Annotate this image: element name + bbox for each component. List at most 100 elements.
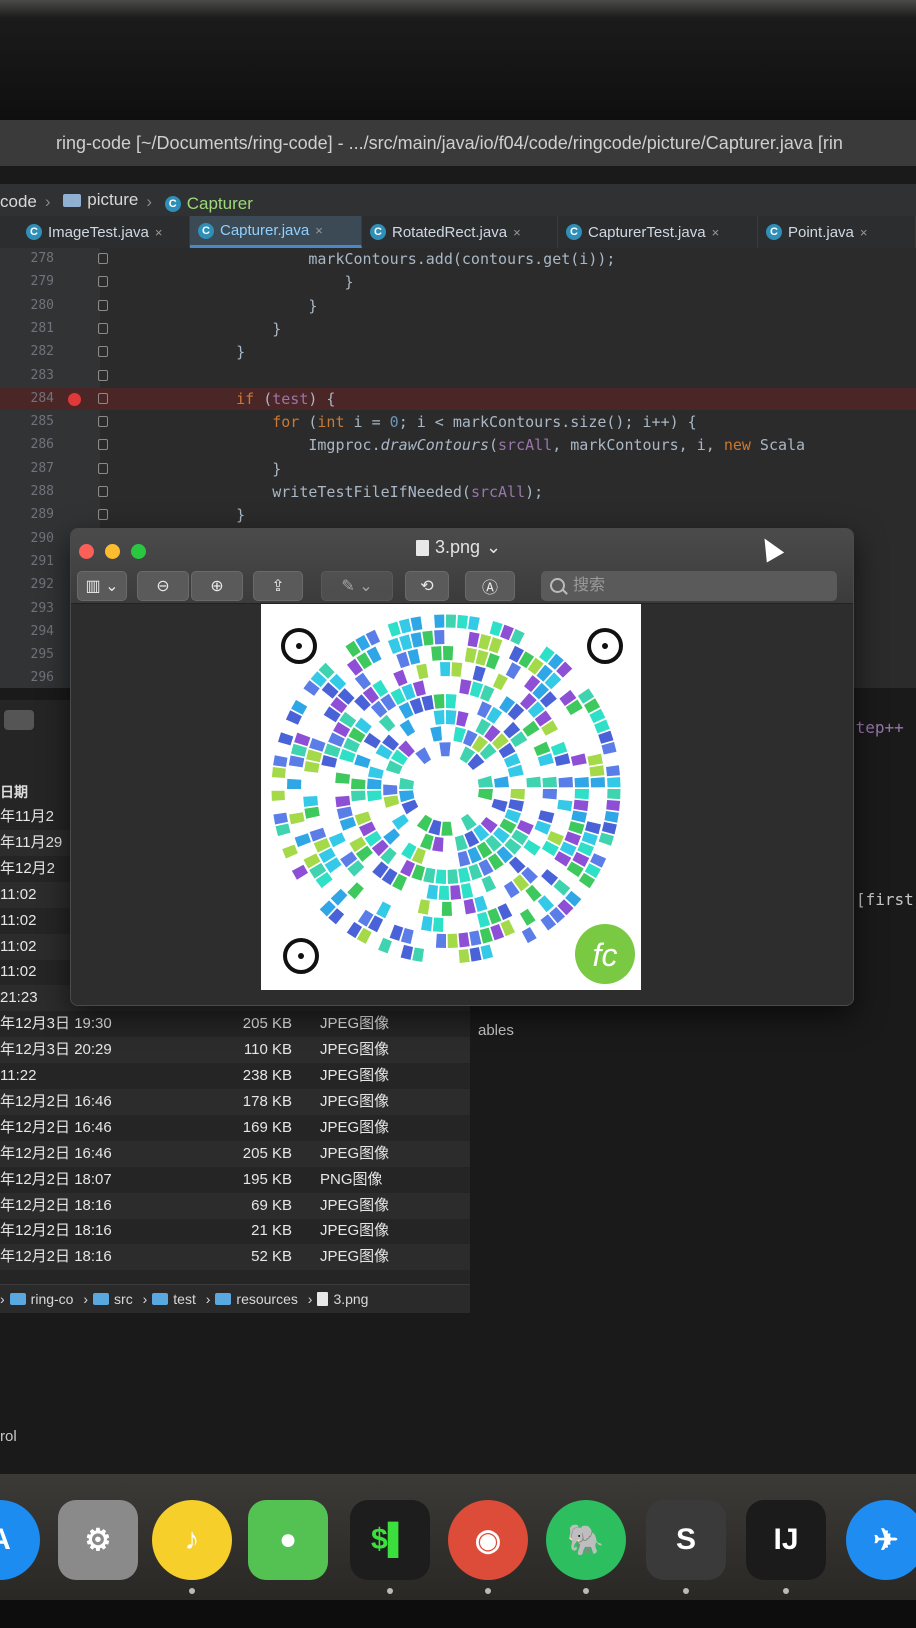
zoom-button[interactable] xyxy=(131,544,146,559)
close-button[interactable] xyxy=(79,544,94,559)
file-kind: JPEG图像 xyxy=(320,1092,390,1110)
code-line[interactable]: 287 } xyxy=(0,458,916,480)
qq-music-icon[interactable]: ♪ xyxy=(152,1500,232,1580)
sidebar-toggle-button[interactable]: ▥ ⌄ xyxy=(77,571,127,601)
path-item[interactable]: › test xyxy=(143,1285,196,1313)
breadcrumb-package[interactable]: picture xyxy=(63,184,138,216)
terminal-icon[interactable]: $▌ xyxy=(350,1500,430,1580)
code-line[interactable]: 281 } xyxy=(0,318,916,340)
fold-icon[interactable] xyxy=(98,509,108,521)
ring-segment xyxy=(271,767,286,778)
ring-segment xyxy=(479,927,493,944)
sublime-text-icon[interactable]: S xyxy=(646,1500,726,1580)
markup-toolbar-button[interactable]: Ⓐ xyxy=(465,571,515,601)
preview-window[interactable]: 3.png ⌄ ▥ ⌄ ⊖ ⊕ ⇪ ✎ ⌄ ⟲ Ⓐ 搜索 fc xyxy=(70,528,854,1006)
code-line[interactable]: 286 Imgproc.drawContours(srcAll, markCon… xyxy=(0,434,916,456)
fold-icon[interactable] xyxy=(98,322,108,334)
fold-icon[interactable] xyxy=(98,486,108,497)
line-number: 284 xyxy=(30,390,54,406)
line-number: 280 xyxy=(30,297,54,313)
close-icon[interactable]: × xyxy=(315,223,323,238)
search-placeholder: 搜索 xyxy=(573,577,606,594)
ring-segment xyxy=(376,901,392,919)
fold-icon[interactable] xyxy=(98,253,108,264)
code-line[interactable]: 288 writeTestFileIfNeeded(srcAll); xyxy=(0,481,916,503)
close-icon[interactable]: × xyxy=(860,225,868,240)
close-icon[interactable]: × xyxy=(155,225,163,240)
folder-icon xyxy=(215,1293,232,1305)
ring-segment xyxy=(469,947,482,962)
rotate-button[interactable]: ⟲ xyxy=(405,571,449,601)
close-icon[interactable]: × xyxy=(513,225,521,240)
tab-point[interactable]: C Point.java × xyxy=(758,216,916,248)
code-line[interactable]: 283 xyxy=(0,365,916,387)
fold-icon[interactable] xyxy=(98,439,108,451)
file-row[interactable]: 年12月2日 16:46 169 KB JPEG图像 xyxy=(0,1115,470,1141)
zoom-out-button[interactable]: ⊖ xyxy=(137,571,189,601)
date-column-header[interactable]: 日期 xyxy=(0,782,28,802)
ring-segment xyxy=(407,648,421,665)
file-row[interactable]: 年12月2日 16:46 205 KB JPEG图像 xyxy=(0,1140,470,1167)
markup-pen-button[interactable]: ✎ ⌄ xyxy=(321,571,393,601)
fold-icon[interactable] xyxy=(98,276,108,288)
tab-capturer[interactable]: C Capturer.java × xyxy=(190,216,362,248)
code-line[interactable]: 284 if (test) { xyxy=(0,387,916,410)
file-row[interactable]: 年12月2日 18:16 52 KB JPEG图像 xyxy=(0,1244,470,1271)
preview-title[interactable]: 3.png ⌄ xyxy=(416,537,501,558)
code-line[interactable]: 285 for (int i = 0; i < markContours.siz… xyxy=(0,411,916,433)
ring-segment xyxy=(430,726,442,742)
fold-icon[interactable] xyxy=(98,416,108,428)
fold-icon[interactable] xyxy=(98,369,108,381)
system-preferences-icon[interactable]: ⚙ xyxy=(58,1500,138,1580)
tab-capturertest[interactable]: C CapturerTest.java × xyxy=(558,216,758,248)
tab-rotatedrect[interactable]: C RotatedRect.java × xyxy=(362,216,558,248)
file-row[interactable]: 11:22 238 KB JPEG图像 xyxy=(0,1063,470,1089)
file-size: 205 KB xyxy=(242,1144,292,1162)
dingtalk-icon[interactable]: ✈ xyxy=(846,1500,916,1580)
share-button[interactable]: ⇪ xyxy=(253,571,303,601)
breadcrumb-class[interactable]: C Capturer xyxy=(164,188,253,220)
tab-label: RotatedRect.java xyxy=(392,223,508,241)
code-line[interactable]: 278 markContours.add(contours.get(i)); xyxy=(0,248,916,270)
code-line[interactable]: 282 } xyxy=(0,341,916,363)
ide-title-text: ring-code [~/Documents/ring-code] - .../… xyxy=(56,133,843,153)
file-date: 11:02 xyxy=(0,963,37,981)
minimize-button[interactable] xyxy=(105,544,120,559)
code-line[interactable]: 289 } xyxy=(0,504,916,526)
file-row[interactable]: 年12月2日 18:16 69 KB JPEG图像 xyxy=(0,1192,470,1219)
evernote-icon[interactable]: 🐘 xyxy=(546,1500,626,1580)
fold-icon[interactable] xyxy=(98,392,108,404)
ring-segment xyxy=(417,899,430,915)
line-number: 296 xyxy=(30,670,54,686)
zoom-in-button[interactable]: ⊕ xyxy=(191,571,243,601)
path-item[interactable]: › ring-co xyxy=(0,1285,73,1313)
intellij-idea-icon[interactable]: IJ xyxy=(746,1500,826,1580)
file-row[interactable]: 年12月3日 19:30 205 KB JPEG图像 xyxy=(0,1011,470,1037)
fold-icon[interactable] xyxy=(98,299,108,311)
path-item[interactable]: › src xyxy=(83,1285,132,1313)
wechat-icon[interactable]: ● xyxy=(248,1500,328,1580)
tab-imagetest[interactable]: C ImageTest.java × xyxy=(18,216,190,248)
file-row[interactable]: 年12月2日 16:46 178 KB JPEG图像 xyxy=(0,1088,470,1115)
ring-code-graphic: fc xyxy=(271,614,635,984)
search-input[interactable]: 搜索 xyxy=(541,571,837,601)
file-kind: JPEG图像 xyxy=(320,1144,390,1162)
breadcrumb-project[interactable]: code xyxy=(0,186,37,218)
breakpoint-icon[interactable] xyxy=(68,392,81,406)
path-item[interactable]: › resources xyxy=(206,1285,298,1313)
file-row[interactable]: 年12月2日 18:16 21 KB JPEG图像 xyxy=(0,1218,470,1244)
file-row[interactable]: 年12月3日 20:29 110 KB JPEG图像 xyxy=(0,1037,470,1064)
line-number: 288 xyxy=(30,484,54,499)
path-item[interactable]: › 3.png xyxy=(308,1285,369,1313)
close-icon[interactable]: × xyxy=(712,225,720,240)
ring-segment xyxy=(278,732,294,746)
file-row[interactable]: 年12月2日 18:07 195 KB PNG图像 xyxy=(0,1167,470,1193)
code-text: for (int i = 0; i < markContours.size();… xyxy=(272,413,697,432)
ring-segment xyxy=(440,662,451,677)
chrome-icon[interactable]: ◉ xyxy=(448,1500,528,1580)
code-line[interactable]: 280 } xyxy=(0,295,916,317)
app-store-icon[interactable]: A xyxy=(0,1500,40,1580)
code-line[interactable]: 279 } xyxy=(0,271,916,293)
fold-icon[interactable] xyxy=(98,462,108,474)
fold-icon[interactable] xyxy=(98,346,108,358)
